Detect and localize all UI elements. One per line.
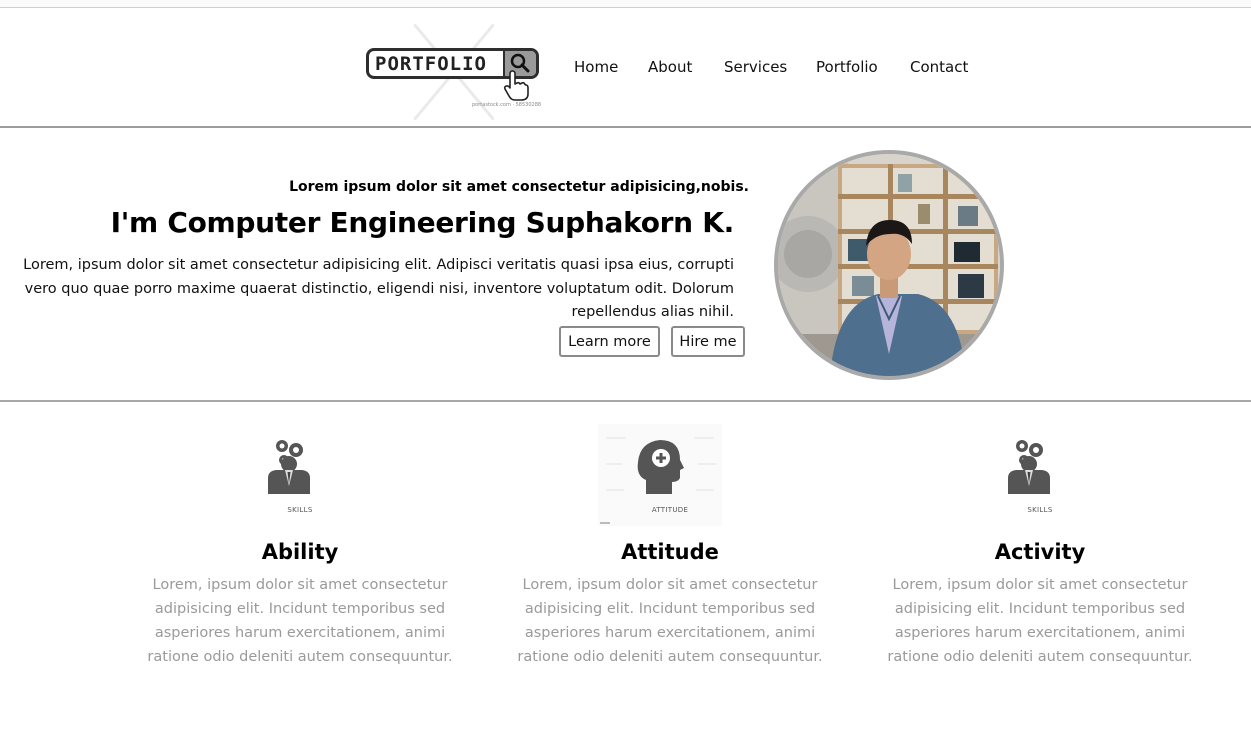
icon-caption-skills: SKILLS xyxy=(1027,506,1053,514)
nav-about[interactable]: About xyxy=(648,58,692,76)
hero-kicker: Lorem ipsum dolor sit amet consectetur a… xyxy=(289,179,749,195)
profile-photo xyxy=(774,150,1004,380)
hero-description: Lorem, ipsum dolor sit amet consectetur … xyxy=(23,257,734,320)
feature-text: Lorem, ipsum dolor sit amet consectetur … xyxy=(887,577,1193,665)
logo-text: PORTFOLIO xyxy=(375,53,487,75)
feature-text: Lorem, ipsum dolor sit amet consectetur … xyxy=(147,577,453,665)
learn-more-button[interactable]: Learn more xyxy=(559,326,660,357)
hero-title: I'm Computer Engineering Suphakorn K. xyxy=(110,206,735,239)
feature-ability: SKILLS Ability Lorem, ipsum dolor sit am… xyxy=(120,420,480,665)
nav-contact[interactable]: Contact xyxy=(910,58,968,76)
feature-title: Activity xyxy=(994,540,1086,564)
icon-caption-skills: SKILLS xyxy=(287,506,313,514)
feature-attitude: ATTITUDE Attitude Lorem, ipsum dolor sit… xyxy=(490,420,850,665)
portfolio-logo[interactable]: PORTFOLIO portastock.com · 58530288 xyxy=(362,24,547,120)
logo-caption: portastock.com · 58530288 xyxy=(472,102,542,108)
icon-caption-attitude: ATTITUDE xyxy=(651,506,689,514)
feature-activity: SKILLS Activity Lorem, ipsum dolor sit a… xyxy=(860,420,1220,665)
profile-photo-illustration xyxy=(778,154,1000,376)
feature-title: Attitude xyxy=(621,540,719,564)
hero-section: Lorem ipsum dolor sit amet consectetur a… xyxy=(0,128,1251,402)
nav-home[interactable]: Home xyxy=(574,58,618,76)
hire-me-button[interactable]: Hire me xyxy=(671,326,745,357)
browser-top-edge xyxy=(0,0,1251,8)
hand-cursor-icon xyxy=(503,70,529,101)
nav-portfolio[interactable]: Portfolio xyxy=(816,58,878,76)
skills-icon xyxy=(268,440,310,494)
skills-icon xyxy=(1008,440,1050,494)
site-header: PORTFOLIO portastock.com · 58530288 Home… xyxy=(0,8,1251,128)
nav-services[interactable]: Services xyxy=(724,58,787,76)
feature-title: Ability xyxy=(261,540,339,564)
feature-text: Lorem, ipsum dolor sit amet consectetur … xyxy=(517,577,823,665)
